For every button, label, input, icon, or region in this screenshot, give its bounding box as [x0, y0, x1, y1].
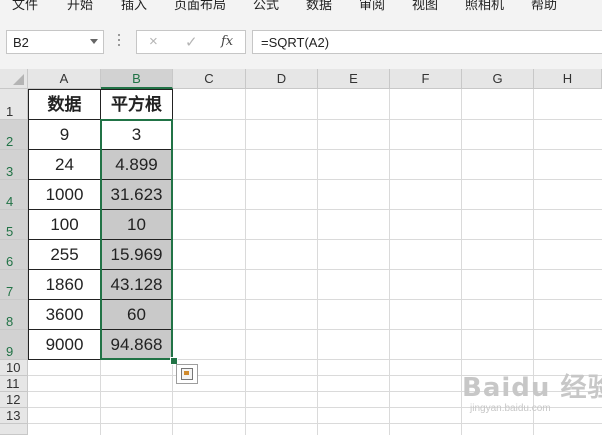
formula-buttons: × ✓ fx	[136, 30, 246, 54]
col-header-d[interactable]: D	[246, 69, 318, 89]
row-header-3[interactable]: 3	[0, 150, 28, 180]
cancel-icon[interactable]: ×	[149, 33, 158, 50]
menu-help[interactable]: 帮助	[531, 0, 557, 13]
cell-a9[interactable]: 9000	[28, 329, 101, 360]
row-header-12[interactable]: 12	[0, 392, 28, 408]
menu-home[interactable]: 开始	[67, 0, 93, 13]
col-header-a[interactable]: A	[28, 69, 101, 89]
name-box[interactable]: B2	[6, 30, 104, 54]
ribbon-menu: 文件 开始 插入 页面布局 公式 数据 审阅 视图 照相机 帮助	[0, 0, 602, 13]
menu-review[interactable]: 审阅	[359, 0, 385, 13]
quick-analysis-button[interactable]	[176, 364, 198, 384]
selection-range	[100, 119, 173, 360]
select-all-icon	[13, 74, 24, 85]
watermark-logo: Baidu 经验	[462, 373, 602, 403]
menu-page-layout[interactable]: 页面布局	[174, 0, 226, 13]
gridline	[245, 89, 246, 435]
cell-a8[interactable]: 3600	[28, 299, 101, 330]
col-header-h[interactable]: H	[534, 69, 602, 89]
cell-a1[interactable]: 数据	[28, 89, 101, 120]
gridline	[317, 89, 318, 435]
formula-bar-row: B2 × ✓ fx =SQRT(A2)	[0, 13, 602, 69]
col-header-g[interactable]: G	[462, 69, 534, 89]
menu-file[interactable]: 文件	[12, 0, 38, 13]
gridline	[28, 423, 602, 424]
cell-b1[interactable]: 平方根	[100, 89, 173, 120]
quick-analysis-icon	[181, 368, 193, 380]
row-header-7[interactable]: 7	[0, 270, 28, 300]
watermark: Baidu 经验 jingyan.baidu.com	[462, 367, 602, 417]
menu-insert[interactable]: 插入	[121, 0, 147, 13]
row-header-1[interactable]: 1	[0, 89, 28, 120]
menu-formulas[interactable]: 公式	[253, 0, 279, 13]
cell-a3[interactable]: 24	[28, 149, 101, 180]
row-header-9[interactable]: 9	[0, 330, 28, 360]
select-all-button[interactable]	[0, 69, 28, 89]
row-header-14[interactable]	[0, 424, 28, 435]
formula-input[interactable]: =SQRT(A2)	[252, 30, 602, 54]
row-header-13[interactable]: 13	[0, 408, 28, 424]
cell-a4[interactable]: 1000	[28, 179, 101, 210]
row-header-8[interactable]: 8	[0, 300, 28, 330]
formula-text: =SQRT(A2)	[261, 35, 330, 50]
name-box-value: B2	[13, 35, 29, 50]
row-header-2[interactable]: 2	[0, 120, 28, 150]
watermark-url: jingyan.baidu.com	[470, 403, 551, 414]
col-header-b[interactable]: B	[101, 69, 173, 89]
col-header-f[interactable]: F	[390, 69, 462, 89]
worksheet-grid[interactable]: A B C D E F G H 1 2 3 4 5 6 7 8 9 10 11 …	[0, 69, 602, 435]
cell-a6[interactable]: 255	[28, 239, 101, 270]
col-header-e[interactable]: E	[318, 69, 390, 89]
chevron-down-icon[interactable]	[90, 39, 98, 44]
cell-a7[interactable]: 1860	[28, 269, 101, 300]
menu-view[interactable]: 视图	[412, 0, 438, 13]
row-header-10[interactable]: 10	[0, 360, 28, 376]
cell-a2[interactable]: 9	[28, 119, 101, 150]
insert-function-button[interactable]: fx	[221, 34, 233, 49]
row-header-5[interactable]: 5	[0, 210, 28, 240]
row-header-6[interactable]: 6	[0, 240, 28, 270]
row-header-11[interactable]: 11	[0, 376, 28, 392]
menu-data[interactable]: 数据	[306, 0, 332, 13]
enter-icon[interactable]: ✓	[185, 33, 198, 51]
cell-a5[interactable]: 100	[28, 209, 101, 240]
drag-handle-icon[interactable]	[118, 34, 121, 48]
row-header-4[interactable]: 4	[0, 180, 28, 210]
col-header-c[interactable]: C	[173, 69, 246, 89]
menu-camera[interactable]: 照相机	[465, 0, 504, 13]
gridline	[389, 89, 390, 435]
